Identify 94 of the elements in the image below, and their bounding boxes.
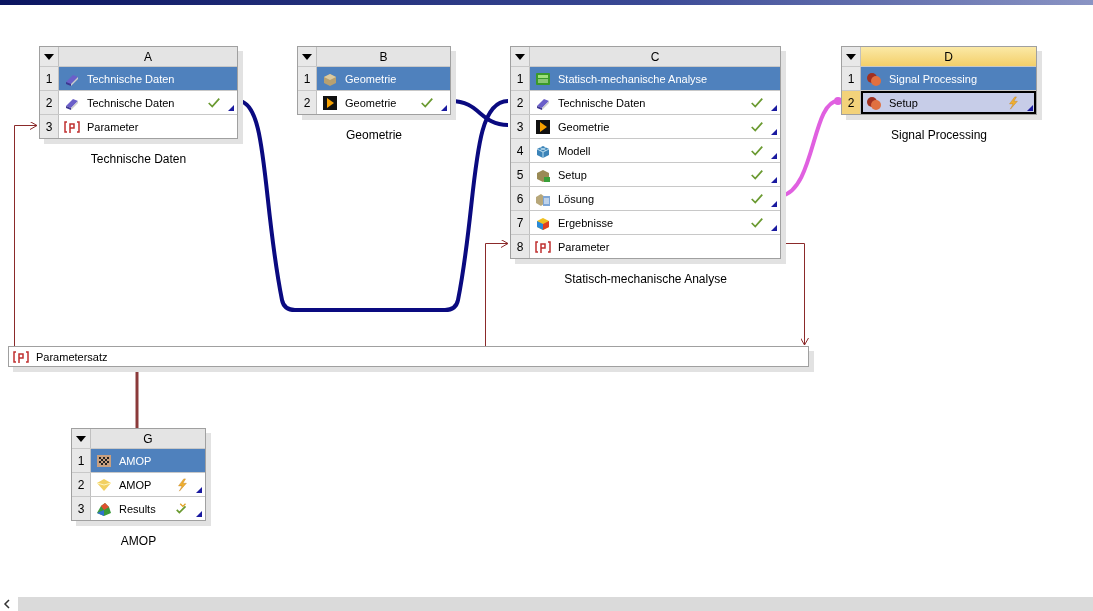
parameter-icon bbox=[64, 118, 80, 135]
row-number: 7 bbox=[511, 211, 530, 234]
cell-row[interactable]: Setup bbox=[861, 91, 1036, 114]
cell-row[interactable]: Geometrie bbox=[317, 67, 450, 90]
cell-row[interactable]: Modell bbox=[530, 139, 780, 162]
checker-icon bbox=[96, 452, 112, 469]
row-number: 3 bbox=[72, 497, 91, 520]
cell-row[interactable]: Signal Processing bbox=[861, 67, 1036, 90]
row-number: 2 bbox=[40, 91, 59, 114]
scroll-left-icon[interactable] bbox=[3, 598, 11, 609]
dropdown-arrow-icon[interactable] bbox=[515, 53, 525, 60]
corner-triangle-icon[interactable] bbox=[771, 105, 777, 111]
corner-triangle-icon[interactable] bbox=[228, 105, 234, 111]
row-number: 3 bbox=[511, 115, 530, 138]
row-number: 1 bbox=[72, 449, 91, 472]
cell-label: Modell bbox=[558, 144, 592, 157]
corner-triangle-icon[interactable] bbox=[196, 487, 202, 493]
row-number: 2 bbox=[72, 473, 91, 496]
cell-row[interactable]: Geometrie bbox=[317, 91, 450, 114]
cell-row[interactable]: Technische Daten bbox=[59, 67, 237, 90]
cell-label: Statisch-mechanische Analyse bbox=[558, 72, 709, 85]
row-number: 2 bbox=[298, 91, 317, 114]
row-number: 1 bbox=[40, 67, 59, 90]
row-number: 3 bbox=[40, 115, 59, 138]
surface-icon bbox=[96, 500, 112, 517]
parameter-set-label: Parametersatz bbox=[36, 350, 108, 363]
play-icon bbox=[535, 118, 551, 135]
cell-row[interactable]: Technische Daten bbox=[530, 91, 780, 114]
cell-row[interactable]: Parameter bbox=[530, 235, 780, 258]
corner-triangle-icon[interactable] bbox=[441, 105, 447, 111]
parameter-icon bbox=[13, 348, 29, 365]
row-number: 8 bbox=[511, 235, 530, 258]
system-header[interactable]: A bbox=[59, 47, 237, 66]
play-icon bbox=[322, 94, 338, 111]
cell-label: Technische Daten bbox=[87, 96, 176, 109]
dropdown-arrow-icon[interactable] bbox=[302, 53, 312, 60]
row-number: 2 bbox=[842, 91, 861, 114]
corner-triangle-icon[interactable] bbox=[771, 129, 777, 135]
cell-label: Lösung bbox=[558, 192, 596, 205]
cell-row[interactable]: Geometrie bbox=[530, 115, 780, 138]
row-number: 2 bbox=[511, 91, 530, 114]
system-caption: Signal Processing bbox=[889, 128, 989, 142]
row-number: 5 bbox=[511, 163, 530, 186]
system-caption: AMOP bbox=[119, 534, 158, 548]
cell-row[interactable]: AMOP bbox=[91, 473, 205, 496]
parameter-icon bbox=[535, 238, 551, 255]
dropdown-arrow-icon[interactable] bbox=[44, 53, 54, 60]
cell-label: AMOP bbox=[119, 454, 153, 467]
cell-row[interactable]: Results bbox=[91, 497, 205, 520]
row-number: 1 bbox=[298, 67, 317, 90]
row-number: 1 bbox=[511, 67, 530, 90]
dropdown-arrow-icon[interactable] bbox=[76, 435, 86, 442]
cell-row[interactable]: Technische Daten bbox=[59, 91, 237, 114]
cell-label: AMOP bbox=[119, 478, 153, 491]
cell-label: Ergebnisse bbox=[558, 216, 615, 229]
cell-row[interactable]: AMOP bbox=[91, 449, 205, 472]
row-number: 1 bbox=[842, 67, 861, 90]
diamond-icon bbox=[96, 476, 112, 493]
row-number: 4 bbox=[511, 139, 530, 162]
system-caption: Statisch-mechanische Analyse bbox=[563, 272, 728, 286]
row-number: 6 bbox=[511, 187, 530, 210]
cell-label: Setup bbox=[889, 96, 919, 109]
system-header[interactable]: G bbox=[91, 429, 205, 448]
cell-label: Results bbox=[119, 502, 157, 515]
system-caption: Geometrie bbox=[345, 128, 403, 142]
cell-row[interactable]: Parameter bbox=[59, 115, 237, 138]
horizontal-scrollbar[interactable] bbox=[18, 597, 1093, 611]
cell-label: Parameter bbox=[87, 120, 140, 133]
signal-icon bbox=[866, 94, 882, 111]
cell-label: Setup bbox=[558, 168, 588, 181]
dropdown-arrow-icon[interactable] bbox=[846, 53, 856, 60]
system-header[interactable]: D bbox=[861, 47, 1036, 66]
signal-icon bbox=[866, 70, 882, 87]
cell-label: Geometrie bbox=[345, 72, 398, 85]
system-header[interactable]: C bbox=[530, 47, 780, 66]
cell-label: Technische Daten bbox=[87, 72, 176, 85]
cell-label: Technische Daten bbox=[558, 96, 647, 109]
cell-row[interactable]: Statisch-mechanische Analyse bbox=[530, 67, 780, 90]
corner-triangle-icon[interactable] bbox=[771, 201, 777, 207]
cell-label: Parameter bbox=[558, 240, 611, 253]
system-caption: Technische Daten bbox=[89, 152, 188, 166]
system-header[interactable]: B bbox=[317, 47, 450, 66]
corner-triangle-icon[interactable] bbox=[771, 153, 777, 159]
cell-label: Geometrie bbox=[558, 120, 611, 133]
corner-triangle-icon[interactable] bbox=[771, 225, 777, 231]
cell-label: Geometrie bbox=[345, 96, 398, 109]
corner-triangle-icon[interactable] bbox=[1027, 105, 1033, 111]
cell-row[interactable]: Setup bbox=[530, 163, 780, 186]
cell-row[interactable]: Lösung bbox=[530, 187, 780, 210]
corner-triangle-icon[interactable] bbox=[196, 511, 202, 517]
analysis-icon bbox=[535, 70, 551, 87]
cell-label: Signal Processing bbox=[889, 72, 979, 85]
cell-row[interactable]: Ergebnisse bbox=[530, 211, 780, 234]
corner-triangle-icon[interactable] bbox=[771, 177, 777, 183]
